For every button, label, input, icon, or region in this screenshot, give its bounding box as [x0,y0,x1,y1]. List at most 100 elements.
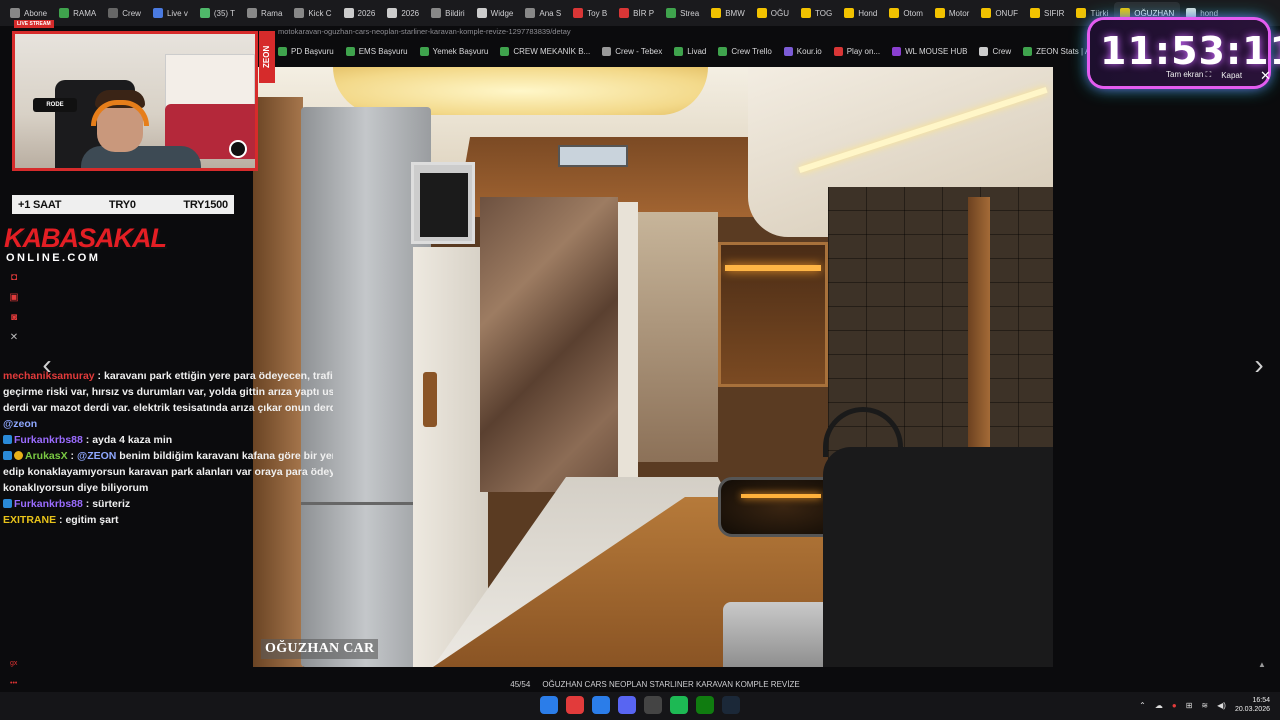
close-icon[interactable]: ✕ [1260,68,1271,84]
browser-tab[interactable]: (35) T [194,2,241,24]
bookmark-label: Yemek Başvuru [432,46,489,56]
browser-tab[interactable]: Kick C [288,2,337,24]
chevron-left-icon[interactable]: ‹ [36,350,58,380]
browser-tab[interactable]: Otom [883,2,929,24]
chat-username[interactable]: Furkankrbs88 [14,498,83,510]
windows-taskbar: ⌃ ☁ ● ⊞ ≋ ◀) 16:54 20.03.2026 [0,692,1280,720]
bookmark-item[interactable]: Crew [979,46,1011,56]
microwave [411,162,475,244]
mic-tray-icon[interactable]: ● [1172,701,1177,710]
tab-label: ONUF [995,8,1018,18]
lang-icon[interactable]: ⊞ [1186,701,1193,710]
bookmark-item[interactable]: Crew Trello [718,46,772,56]
sub-badge-icon [3,435,12,444]
address-bar-url[interactable]: motokaravan-oguzhan-cars-neoplan-starlin… [278,27,571,36]
close-timer-button[interactable]: Kapat [1221,71,1242,80]
tab-label: Crew [122,8,141,18]
discord-icon[interactable] [618,696,636,714]
tab-label: 2026 [357,8,376,18]
chatgpt-icon[interactable] [644,696,662,714]
chat-separator: : [94,370,104,382]
browser-tab[interactable]: Hond [838,2,883,24]
timer-controls: Tam ekran ⛶ Kapat [1166,70,1242,80]
browser-tab[interactable]: TOG [795,2,838,24]
steam-icon[interactable] [722,696,740,714]
browser-tab[interactable]: Rama [241,2,288,24]
browser-tab-bar: Abone RAMA Crew Live v (35) T Rama Kick C 2026 2… [0,0,1280,26]
browser-tab[interactable]: 2026 [381,2,425,24]
browser-tab[interactable]: Live v [147,2,194,24]
bookmark-favicon-icon [1023,46,1033,56]
tab-favicon-icon [152,8,163,18]
browser-tab[interactable]: Widge [471,2,520,24]
chat-mention: @ZEON [76,450,117,462]
taskbar-clock[interactable]: 16:54 20.03.2026 [1235,696,1270,714]
browser-tab[interactable]: Toy B [567,2,613,24]
bookmark-favicon-icon [892,46,902,56]
bookmark-item[interactable]: WL MOUSE HUB [892,46,967,56]
fullscreen-button[interactable]: Tam ekran ⛶ [1166,70,1211,80]
chevron-up-icon[interactable]: ⌃ [1139,701,1146,710]
browser-tab[interactable]: 2026 [338,2,382,24]
chat-username[interactable]: Furkankrbs88 [14,434,83,446]
spotify-icon[interactable] [670,696,688,714]
bag-icon[interactable]: ◘ [8,272,20,283]
tab-label: OĞU [770,8,789,18]
chat-username[interactable]: ArukasX [25,450,68,462]
browser-tab[interactable]: OĞU [751,2,795,24]
browser-tab[interactable]: Strea [660,2,705,24]
tab-label: Ana S [539,8,562,18]
browser-tab[interactable]: BİR P [613,2,660,24]
gallery-title: OĞUZHAN CARS NEOPLAN STARLINER KARAVAN K… [542,679,800,689]
tab-favicon-icon [981,8,992,18]
tab-favicon-icon [525,8,536,18]
scroll-top-icon[interactable]: ▲ [1256,660,1268,672]
bookmark-item[interactable]: EMS Başvuru [345,46,408,56]
browser-tab[interactable]: ONUF [975,2,1024,24]
windows-start-icon[interactable] [540,696,558,714]
chat-text: sürteriz [92,498,131,510]
tab-label: Rama [261,8,283,18]
bookmark-item[interactable]: Yemek Başvuru [419,46,489,56]
chevron-right-icon[interactable]: › [1248,350,1270,380]
browser-tab[interactable]: BMW [705,2,751,24]
chat-username[interactable]: EXITRANE [3,514,56,526]
browser-tab[interactable]: Ana S [519,2,567,24]
sidebar-icons: ◘ ▣ ◙ ✕ [8,272,20,343]
x-social-icon[interactable]: ✕ [8,332,20,343]
wifi-icon[interactable]: ≋ [1201,701,1208,710]
instagram-icon[interactable]: ◙ [8,312,20,323]
opera-gx-icon[interactable] [566,696,584,714]
chat-text: edip konaklayamıyorsun karavan park alan… [3,466,333,478]
volume-icon[interactable]: ◀) [1217,701,1226,710]
logo-line2: ONLINE.COM [6,252,101,264]
tab-favicon-icon [619,8,630,18]
chat-message: Furkankrbs88 : sürteriz [3,496,333,512]
bookmark-item[interactable]: Kour.io [783,46,822,56]
chat-message: Furkankrbs88 : ayda 4 kaza min [3,432,333,448]
clock-date: 20.03.2026 [1234,706,1270,713]
file-explorer-icon[interactable] [592,696,610,714]
bookmark-item[interactable]: PD Başvuru [278,46,334,56]
browser-tab[interactable]: Crew [102,2,147,24]
bookmark-item[interactable]: Livad [674,46,706,56]
gx-icon[interactable]: gx [10,660,17,667]
bookmark-label: Crew Trello [731,46,772,56]
microphone: RODE [33,98,77,112]
bookmark-item[interactable]: CREW MEKANİK B... [500,46,590,56]
sub-badge-icon [3,451,12,460]
stats-middle: TRY0 [108,198,136,211]
cloud-icon[interactable]: ☁ [1155,701,1163,710]
browser-tab[interactable]: RAMA [53,2,102,24]
logo-line1: KABASAKAL [4,223,167,253]
browser-tab[interactable]: SIFIR [1024,2,1070,24]
browser-tab[interactable]: Motor [929,2,975,24]
bookmark-item[interactable]: Play on... [833,46,880,56]
bookmark-favicon-icon [278,46,287,56]
bookmark-item[interactable]: Crew - Tebex [602,46,662,56]
xbox-icon[interactable] [696,696,714,714]
browser-tab[interactable]: Bildiri [425,2,471,24]
gallery-photo[interactable]: OĞUZHAN CAR [253,67,1053,667]
chat-icon[interactable]: ▣ [8,292,20,303]
glass-bar-cabinet [718,242,828,387]
